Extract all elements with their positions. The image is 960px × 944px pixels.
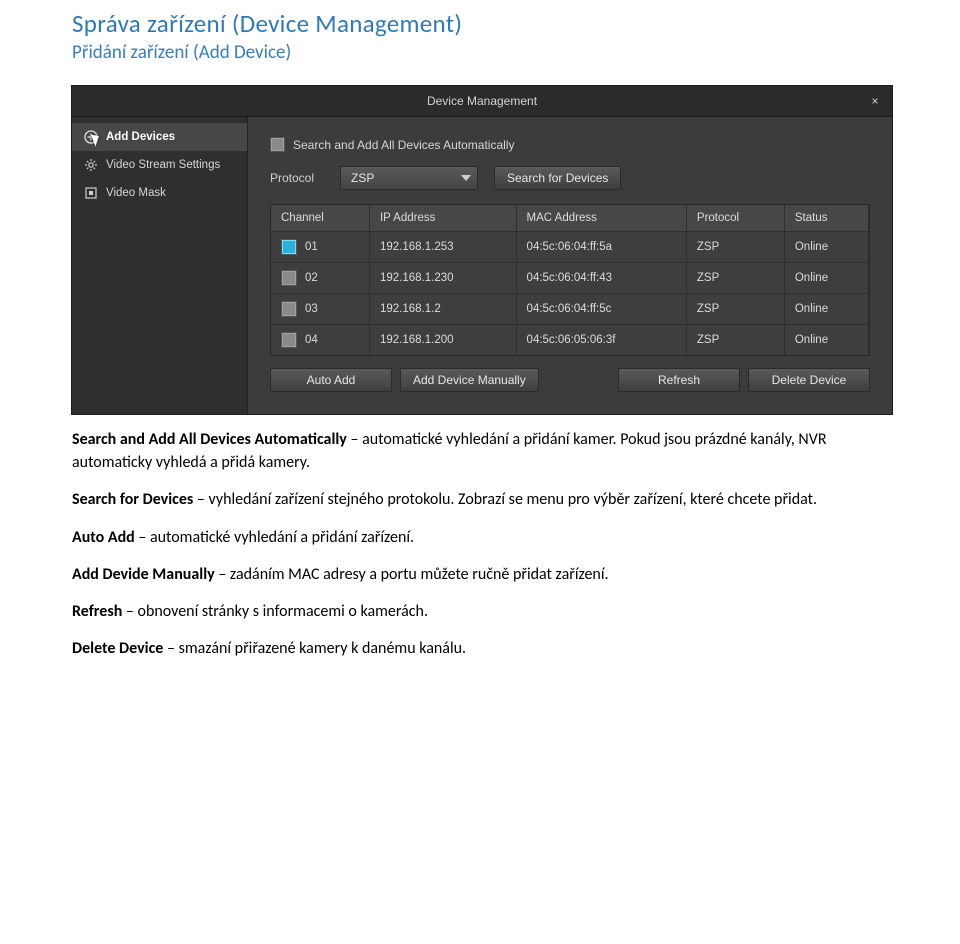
sidebar: Add Devices Video Stream Settings Video … [72, 117, 248, 414]
cell-protocol: ZSP [687, 324, 785, 355]
definition: – zadáním MAC adresy a portu můžete ručn… [215, 565, 609, 584]
sidebar-item-label: Video Stream Settings [106, 159, 220, 171]
window-titlebar: Device Management × [72, 86, 892, 117]
sidebar-item-video-mask[interactable]: Video Mask [72, 179, 247, 207]
paragraph-refresh: Refresh – obnovení stránky s informacemi… [72, 600, 888, 623]
table-row[interactable]: 04 192.168.1.200 04:5c:06:05:06:3f ZSP O… [271, 324, 869, 355]
square-icon [84, 186, 98, 200]
definition: – vyhledání zařízení stejného protokolu.… [193, 490, 817, 509]
cell-protocol: ZSP [687, 262, 785, 293]
col-protocol: Protocol [687, 205, 785, 231]
auto-search-checkbox[interactable] [270, 137, 285, 152]
sidebar-item-label: Video Mask [106, 187, 166, 199]
auto-search-label: Search and Add All Devices Automatically [293, 138, 514, 152]
col-ip: IP Address [370, 205, 517, 231]
paragraph-delete-device: Delete Device – smazání přiřazené kamery… [72, 637, 888, 660]
cell-status: Online [785, 262, 869, 293]
page-subtitle: Přidání zařízení (Add Device) [72, 41, 888, 64]
sidebar-item-video-stream-settings[interactable]: Video Stream Settings [72, 151, 247, 179]
cell-status: Online [785, 324, 869, 355]
cell-protocol: ZSP [687, 293, 785, 324]
term: Search and Add All Devices Automatically [72, 430, 347, 449]
cell-ip: 192.168.1.200 [370, 324, 517, 355]
col-channel: Channel [271, 205, 370, 231]
refresh-button[interactable]: Refresh [618, 368, 740, 392]
auto-add-button[interactable]: Auto Add [270, 368, 392, 392]
protocol-label: Protocol [270, 171, 324, 185]
definition: – smazání přiřazené kamery k danému kaná… [163, 639, 466, 658]
device-management-screenshot: Device Management × Add Devices Video St… [72, 86, 892, 414]
cell-status: Online [785, 231, 869, 262]
close-icon[interactable]: × [866, 92, 884, 110]
term: Add Devide Manually [72, 565, 215, 584]
definition: – automatické vyhledání a přidání zaříze… [135, 528, 414, 547]
page-title: Správa zařízení (Device Management) [72, 8, 888, 39]
delete-device-button[interactable]: Delete Device [748, 368, 870, 392]
auto-search-row: Search and Add All Devices Automatically [270, 137, 870, 152]
cell-channel: 03 [305, 303, 318, 315]
row-checkbox[interactable] [281, 270, 297, 286]
col-status: Status [785, 205, 869, 231]
chevron-down-icon [461, 175, 471, 181]
table-row[interactable]: 02 192.168.1.230 04:5c:06:04:ff:43 ZSP O… [271, 262, 869, 293]
paragraph-add-manually: Add Devide Manually – zadáním MAC adresy… [72, 563, 888, 586]
cell-channel: 04 [305, 334, 318, 346]
cell-channel: 01 [305, 241, 318, 253]
window-title: Device Management [427, 94, 537, 108]
sidebar-item-label: Add Devices [106, 131, 175, 143]
cell-protocol: ZSP [687, 231, 785, 262]
table-row[interactable]: 01 192.168.1.253 04:5c:06:04:ff:5a ZSP O… [271, 231, 869, 262]
protocol-select[interactable]: ZSP [340, 166, 478, 190]
protocol-value: ZSP [351, 171, 374, 185]
cell-mac: 04:5c:06:04:ff:43 [517, 262, 687, 293]
table-row[interactable]: 03 192.168.1.2 04:5c:06:04:ff:5c ZSP Onl… [271, 293, 869, 324]
cell-mac: 04:5c:06:04:ff:5a [517, 231, 687, 262]
cell-mac: 04:5c:06:04:ff:5c [517, 293, 687, 324]
col-mac: MAC Address [517, 205, 687, 231]
add-device-manually-button[interactable]: Add Device Manually [400, 368, 539, 392]
term: Delete Device [72, 639, 163, 658]
cell-ip: 192.168.1.253 [370, 231, 517, 262]
main-panel: Search and Add All Devices Automatically… [248, 117, 892, 414]
paragraph-auto-add: Auto Add – automatické vyhledání a přidá… [72, 526, 888, 549]
paragraph-search-add-all: Search and Add All Devices Automatically… [72, 428, 888, 474]
cell-mac: 04:5c:06:05:06:3f [517, 324, 687, 355]
plus-circle-icon [84, 130, 98, 144]
row-checkbox[interactable] [281, 332, 297, 348]
term: Auto Add [72, 528, 135, 547]
cell-ip: 192.168.1.2 [370, 293, 517, 324]
gear-icon [84, 158, 98, 172]
definition: – obnovení stránky s informacemi o kamer… [122, 602, 428, 621]
cell-status: Online [785, 293, 869, 324]
table-header-row: Channel IP Address MAC Address Protocol … [271, 205, 869, 231]
term: Search for Devices [72, 490, 193, 509]
search-for-devices-button[interactable]: Search for Devices [494, 166, 621, 190]
row-checkbox[interactable] [281, 301, 297, 317]
paragraph-search-for-devices: Search for Devices – vyhledání zařízení … [72, 488, 888, 511]
cell-ip: 192.168.1.230 [370, 262, 517, 293]
cell-channel: 02 [305, 272, 318, 284]
sidebar-item-add-devices[interactable]: Add Devices [72, 123, 247, 151]
row-checkbox[interactable] [281, 239, 297, 255]
devices-table: Channel IP Address MAC Address Protocol … [270, 204, 870, 356]
term: Refresh [72, 602, 122, 621]
